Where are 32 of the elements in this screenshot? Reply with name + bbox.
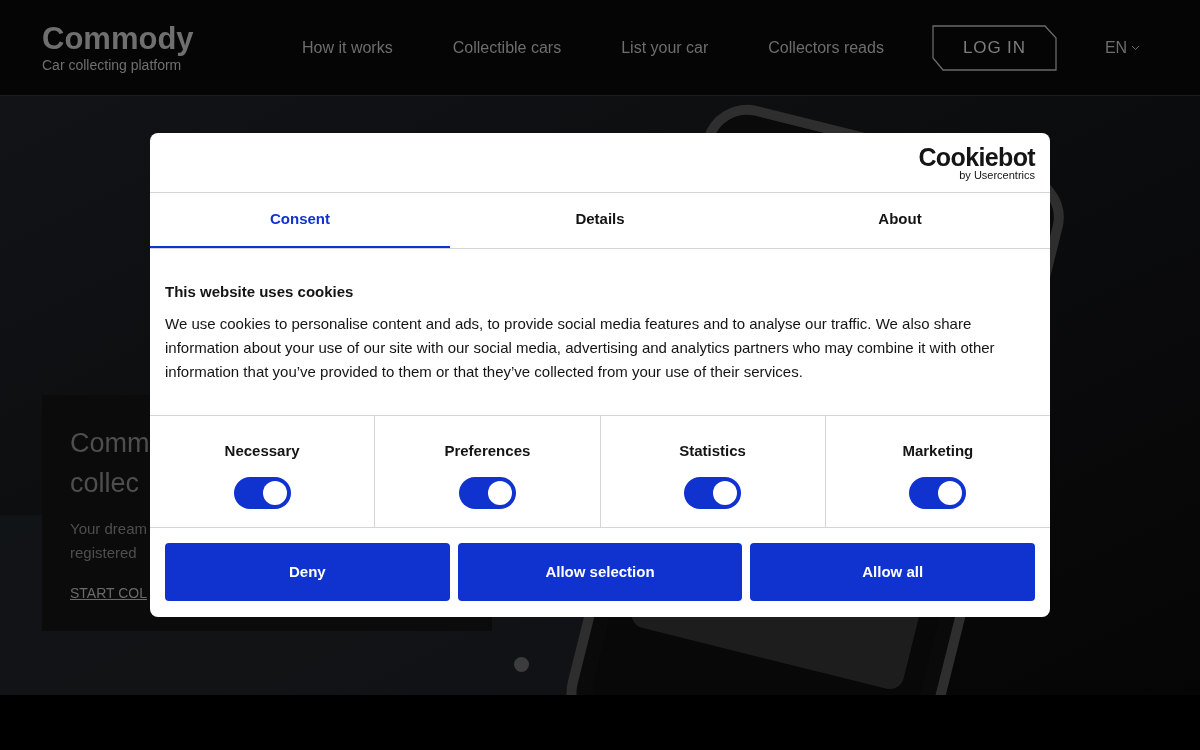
start-link[interactable]: START COL — [70, 583, 148, 604]
logo-tagline: Car collecting platform — [42, 56, 183, 74]
category-label: Preferences — [444, 441, 531, 461]
brand-subtitle: by Usercentrics — [959, 168, 1035, 181]
hero-title: Comm — [70, 427, 150, 460]
tab[interactable]: Details — [450, 193, 750, 248]
brand-logo: Cookiebot — [918, 144, 1035, 169]
toggle-switch[interactable] — [909, 476, 967, 509]
nav-link[interactable]: List your car — [621, 35, 709, 60]
hero-title: collec — [70, 467, 140, 500]
chevron-down-icon — [1131, 44, 1141, 51]
hero-subtitle: registered — [70, 543, 137, 563]
nav-link[interactable]: Collectible cars — [452, 35, 562, 60]
nav-link[interactable]: How it works — [302, 35, 393, 60]
nav-link[interactable]: Collectors reads — [768, 35, 884, 60]
login-button[interactable]: LOG IN — [931, 24, 1057, 71]
hero-subtitle: Your dream — [70, 519, 147, 539]
category-label: Statistics — [679, 441, 746, 461]
dialog-heading: This website uses cookies — [165, 282, 355, 302]
category-label: Necessary — [224, 441, 300, 461]
tab[interactable]: Consent — [150, 193, 450, 248]
consent-button[interactable]: Allow selection — [457, 543, 743, 601]
dialog-text: We use cookies to personalise content and ads, to provide social media features and to analyse our traffic. We also share information about your use of our site with our social media, advertising and analytics partners who may combine it with other information that you’ve provided to them or that they’ve collected from your use of their services. — [165, 314, 996, 382]
toggle-switch[interactable] — [233, 476, 291, 509]
language-selector[interactable]: EN — [1104, 35, 1141, 60]
logo[interactable]: Commody — [42, 21, 232, 56]
toggle-switch[interactable] — [458, 476, 516, 509]
tab[interactable]: About — [750, 193, 1050, 248]
category-label: Marketing — [902, 441, 974, 461]
toggle-switch[interactable] — [684, 476, 742, 509]
consent-button[interactable]: Allow all — [750, 543, 1035, 601]
consent-button[interactable]: Deny — [165, 543, 450, 601]
